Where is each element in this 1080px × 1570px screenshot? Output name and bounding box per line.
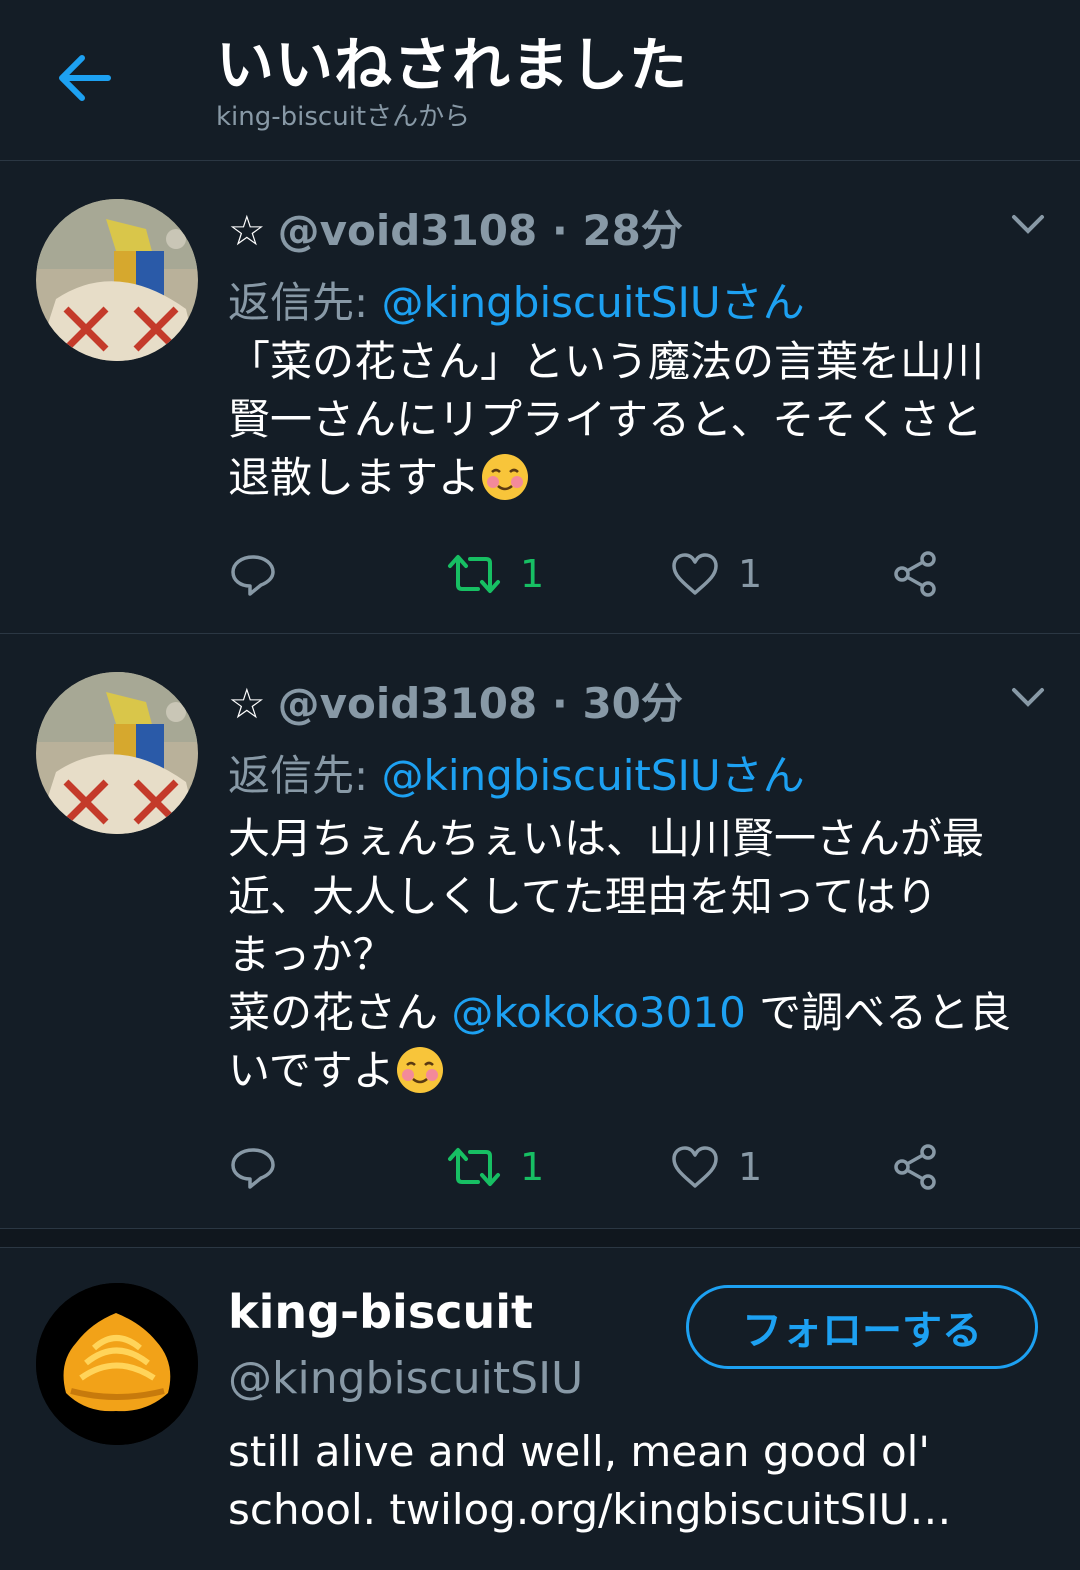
heart-icon: [672, 553, 718, 595]
share-icon: [894, 551, 936, 597]
retweet-count: 1: [520, 552, 545, 596]
tweet-meta: ☆ @void3108 · 28分: [228, 197, 683, 258]
tweet-text: 「菜の花さん」という魔法の言葉を山川 賢一さんにリプライすると、そそくさと 退散…: [228, 333, 1058, 507]
tweet-actions: 1 1: [228, 549, 988, 599]
reply-target-link[interactable]: @kingbiscuitSIUさん: [382, 751, 805, 800]
user-card[interactable]: king-biscuit @kingbiscuitSIU フォローする stil…: [0, 1247, 1080, 1570]
like-button[interactable]: 1: [670, 1142, 762, 1192]
tweet-text-line: 菜の花さん @kokoko3010 で調べると良: [228, 988, 1012, 1037]
retweet-icon: [448, 555, 500, 593]
star-icon: ☆: [228, 679, 266, 728]
avatar[interactable]: [36, 672, 198, 834]
tweet-item[interactable]: ☆ @void3108 · 30分 返信先: @kingbiscuitSIUさん …: [0, 634, 1080, 1228]
tweet-actions: 1 1: [228, 1142, 988, 1192]
retweet-icon: [448, 1148, 500, 1186]
share-button[interactable]: [890, 1142, 940, 1192]
tweet-text: 大月ちぇんちぇいは、山川賢一さんが最 近、大人しくしてた理由を知ってはり まっか…: [228, 810, 1058, 1100]
avatar-image: [36, 1283, 198, 1445]
tweet-text-line: 「菜の花さん」という魔法の言葉を山川: [228, 337, 985, 386]
tweet-text-line: 近、大人しくしてた理由を知ってはり: [228, 872, 938, 921]
chevron-down-icon[interactable]: [1008, 682, 1048, 712]
reply-prefix: 返信先:: [228, 751, 382, 800]
smiling-face-icon: [482, 454, 529, 500]
retweet-count: 1: [520, 1145, 545, 1189]
reply-button[interactable]: [228, 1142, 278, 1192]
tweet-text-line: まっか？: [228, 930, 395, 979]
tweet-item[interactable]: ☆ @void3108 · 28分 返信先: @kingbiscuitSIUさん …: [0, 161, 1080, 634]
like-count: 1: [738, 1145, 763, 1189]
tweet-handle-time[interactable]: @void3108 · 30分: [278, 679, 683, 728]
reply-to: 返信先: @kingbiscuitSIUさん: [228, 269, 805, 330]
user-bio: still alive and well, mean good ol' scho…: [228, 1423, 1048, 1539]
share-icon: [894, 1144, 936, 1190]
page-title: いいねされました: [216, 31, 689, 99]
tweet-meta: ☆ @void3108 · 30分: [228, 670, 683, 731]
reply-button[interactable]: [228, 549, 278, 599]
retweet-button[interactable]: 1: [446, 1142, 544, 1192]
app-header: いいねされました king-biscuitさんから: [0, 0, 1080, 161]
share-button[interactable]: [890, 549, 940, 599]
smiling-face-icon: [396, 1047, 443, 1093]
tweet-text-line: 退散しますよ: [228, 449, 1058, 507]
user-name[interactable]: king-biscuit: [228, 1285, 533, 1339]
avatar-image: [36, 672, 198, 834]
bio-line[interactable]: school. twilog.org/kingbiscuitSIU…: [228, 1481, 1048, 1539]
reply-target-link[interactable]: @kingbiscuitSIUさん: [382, 278, 805, 327]
user-avatar[interactable]: [36, 1283, 198, 1445]
mention-link[interactable]: @kokoko3010: [451, 988, 745, 1037]
bio-line: still alive and well, mean good ol': [228, 1427, 930, 1476]
avatar-image: [36, 199, 198, 361]
retweet-button[interactable]: 1: [446, 549, 544, 599]
avatar[interactable]: [36, 199, 198, 361]
like-button[interactable]: 1: [670, 549, 762, 599]
tweet-handle-time[interactable]: @void3108 · 28分: [278, 206, 683, 255]
reply-to: 返信先: @kingbiscuitSIUさん: [228, 742, 805, 803]
chevron-down-icon[interactable]: [1008, 209, 1048, 239]
tweet-text-line: いですよ: [228, 1042, 1058, 1100]
reply-icon: [231, 1148, 275, 1189]
star-icon: ☆: [228, 206, 266, 255]
reply-prefix: 返信先:: [228, 278, 382, 327]
heart-icon: [672, 1146, 718, 1188]
page-subtitle: king-biscuitさんから: [216, 102, 471, 132]
user-handle: @kingbiscuitSIU: [228, 1353, 584, 1404]
tweet-text-line: 賢一さんにリプライすると、そそくさと: [228, 395, 983, 444]
reply-icon: [231, 555, 275, 596]
follow-button[interactable]: フォローする: [686, 1285, 1038, 1369]
arrow-left-icon[interactable]: [52, 46, 116, 110]
section-divider: [0, 1228, 1080, 1248]
like-count: 1: [738, 552, 763, 596]
tweet-text-line: 大月ちぇんちぇいは、山川賢一さんが最: [228, 814, 985, 863]
